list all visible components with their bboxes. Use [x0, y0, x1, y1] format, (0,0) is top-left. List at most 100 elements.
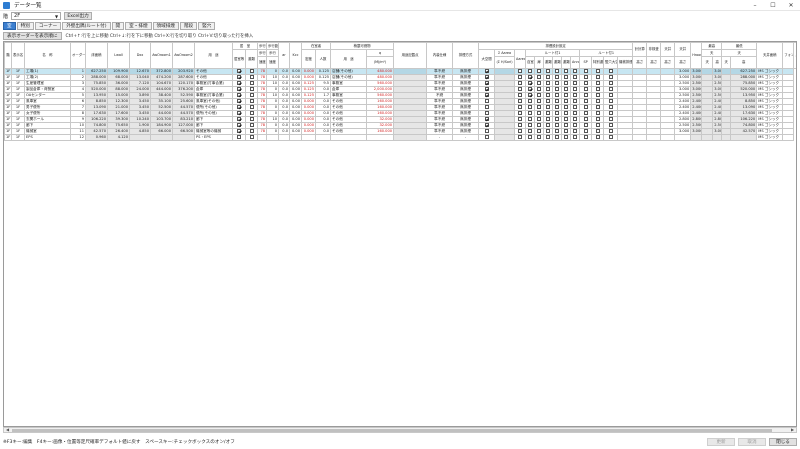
checkbox[interactable] — [595, 81, 600, 85]
checkbox[interactable] — [555, 75, 560, 79]
cell-font[interactable]: MS ゴシック — [756, 116, 784, 123]
checkbox[interactable] — [573, 111, 578, 115]
checkbox[interactable] — [573, 117, 578, 121]
cell-kcc[interactable]: 0.00 — [289, 122, 303, 129]
checkbox[interactable] — [237, 99, 241, 103]
checkbox[interactable] — [608, 69, 613, 73]
checkbox[interactable] — [555, 87, 560, 91]
checkbox[interactable] — [573, 99, 578, 103]
checkbox[interactable] — [583, 129, 588, 133]
checkbox[interactable] — [528, 75, 533, 79]
checkbox[interactable] — [249, 81, 254, 85]
checkbox[interactable] — [564, 135, 569, 139]
checkbox[interactable] — [484, 75, 489, 79]
checkbox[interactable] — [484, 135, 489, 139]
cell-dens[interactable]: 0.000 — [301, 122, 317, 129]
checkbox[interactable] — [237, 87, 241, 91]
checkbox[interactable] — [573, 135, 578, 139]
checkbox[interactable] — [564, 99, 569, 103]
cell-min[interactable]: 2.800 — [712, 116, 723, 123]
checkbox[interactable] — [537, 129, 542, 133]
cell-font[interactable]: MS ゴシック — [756, 74, 784, 81]
checkbox[interactable] — [237, 75, 241, 79]
checkbox[interactable] — [546, 93, 551, 97]
checkbox[interactable] — [546, 105, 551, 109]
checkbox[interactable] — [608, 87, 613, 91]
cell-max[interactable]: 2.500 — [690, 92, 703, 99]
cell-kcc[interactable]: 0.00 — [289, 128, 303, 135]
checkbox[interactable] — [237, 105, 241, 109]
checkbox[interactable] — [573, 105, 578, 109]
close-icon[interactable]: ✕ — [782, 2, 800, 9]
checkbox[interactable] — [237, 69, 241, 73]
checkbox[interactable] — [537, 117, 542, 121]
cell-min[interactable]: 2.400 — [712, 98, 723, 105]
checkbox[interactable] — [518, 129, 523, 133]
cell-min[interactable]: 3.000 — [712, 128, 723, 135]
checkbox[interactable] — [484, 105, 489, 109]
floor-select[interactable]: 2F ▼ — [11, 12, 62, 20]
checkbox[interactable] — [564, 111, 569, 115]
cell-min[interactable]: 2.500 — [712, 92, 723, 99]
checkbox[interactable] — [518, 105, 523, 109]
checkbox[interactable] — [583, 93, 588, 97]
checkbox[interactable] — [249, 117, 254, 121]
cell-kcc[interactable]: 0.00 — [289, 104, 303, 111]
update-button[interactable]: 更新 — [707, 438, 735, 446]
cell-max[interactable]: 2.400 — [690, 104, 703, 111]
checkbox[interactable] — [555, 111, 560, 115]
checkbox[interactable] — [595, 105, 600, 109]
cell-kcc[interactable]: 0.00 — [289, 80, 303, 87]
checkbox[interactable] — [608, 123, 613, 127]
checkbox[interactable] — [484, 117, 489, 121]
checkbox[interactable] — [555, 81, 560, 85]
checkbox[interactable] — [528, 81, 533, 85]
cell-font[interactable]: MS ゴシック — [756, 98, 784, 105]
tab-4[interactable]: 開 — [111, 22, 125, 30]
checkbox[interactable] — [564, 105, 569, 109]
cell-kcc[interactable]: 0.00 — [289, 86, 303, 93]
cell-min[interactable]: 2.500 — [712, 122, 723, 129]
checkbox[interactable] — [546, 81, 551, 85]
checkbox[interactable] — [564, 69, 569, 73]
cell-max[interactable]: 2.800 — [690, 116, 703, 123]
checkbox[interactable] — [537, 111, 542, 115]
checkbox[interactable] — [528, 87, 533, 91]
cell-font[interactable]: MS ゴシック — [756, 92, 784, 99]
checkbox[interactable] — [518, 117, 523, 121]
checkbox[interactable] — [608, 75, 613, 79]
checkbox[interactable] — [249, 75, 254, 79]
checkbox[interactable] — [555, 93, 560, 97]
checkbox[interactable] — [537, 105, 542, 109]
checkbox[interactable] — [608, 129, 613, 133]
cell-min[interactable]: 2.400 — [712, 110, 723, 117]
cell-kcc[interactable]: 0.00 — [289, 98, 303, 105]
checkbox[interactable] — [573, 87, 578, 91]
tab-2[interactable]: コーナー — [34, 22, 62, 30]
checkbox[interactable] — [249, 93, 254, 97]
maximize-icon[interactable]: ☐ — [764, 2, 782, 9]
excel-export-button[interactable]: Excel出力 — [64, 12, 93, 20]
cell-max[interactable]: 2.500 — [690, 80, 703, 87]
checkbox[interactable] — [564, 75, 569, 79]
checkbox[interactable] — [249, 99, 254, 103]
checkbox[interactable] — [518, 135, 523, 139]
checkbox[interactable] — [484, 129, 489, 133]
checkbox[interactable] — [537, 93, 542, 97]
checkbox[interactable] — [237, 111, 241, 115]
cell-dens[interactable]: 0.000 — [301, 128, 317, 135]
cancel-button[interactable]: 取消 — [738, 438, 766, 446]
checkbox[interactable] — [546, 87, 551, 91]
checkbox[interactable] — [237, 135, 241, 139]
cell-font[interactable]: MS ゴシック — [756, 128, 784, 135]
checkbox[interactable] — [564, 117, 569, 121]
checkbox[interactable] — [249, 111, 254, 115]
checkbox[interactable] — [583, 99, 588, 103]
checkbox[interactable] — [537, 75, 542, 79]
checkbox[interactable] — [484, 81, 489, 85]
checkbox[interactable] — [537, 135, 542, 139]
checkbox[interactable] — [583, 117, 588, 121]
cell-dens[interactable]: 0.000 — [301, 74, 317, 81]
tab-5[interactable]: 室・排煙 — [125, 22, 152, 30]
checkbox[interactable] — [518, 99, 523, 103]
